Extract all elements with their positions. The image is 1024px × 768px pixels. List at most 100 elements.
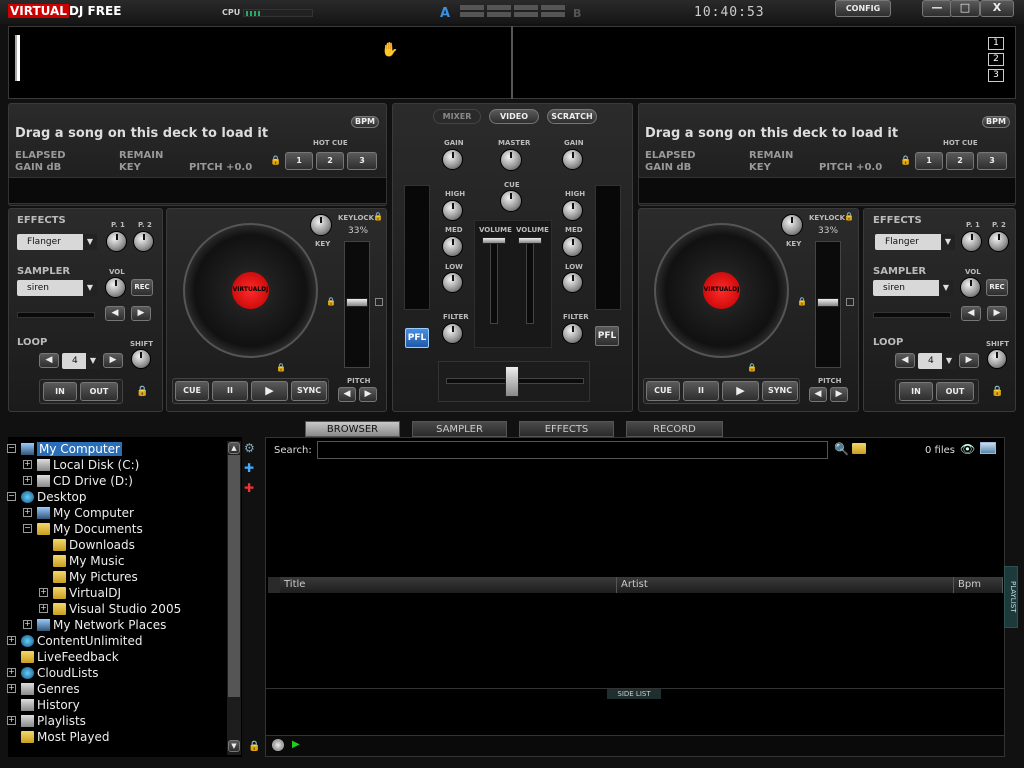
- deck-left-play-button[interactable]: ▶: [251, 381, 288, 401]
- tree-item[interactable]: − My Documents: [23, 522, 143, 536]
- deck-left-loop-select[interactable]: 4 ▼: [62, 353, 100, 369]
- column-header-title[interactable]: Title: [280, 577, 617, 593]
- tree-item[interactable]: + VirtualDJ: [39, 586, 121, 600]
- deck-right-pitch-down-button[interactable]: ◀: [809, 387, 827, 402]
- deck-left-effect-select[interactable]: Flanger ▼: [17, 234, 97, 250]
- tree-item[interactable]: + Local Disk (C:): [23, 458, 139, 472]
- tree-item[interactable]: Most Played: [21, 730, 110, 744]
- tab-effects[interactable]: EFFECTS: [519, 421, 614, 437]
- display-mode-icon[interactable]: [980, 442, 996, 454]
- folder-search-icon[interactable]: [852, 443, 866, 454]
- tree-item[interactable]: My Pictures: [53, 570, 138, 584]
- mixer-tab-mixer[interactable]: MIXER: [433, 109, 481, 124]
- crossfader-handle[interactable]: [505, 366, 519, 397]
- tab-sampler[interactable]: SAMPLER: [412, 421, 507, 437]
- deck-right-play-button[interactable]: ▶: [722, 381, 759, 401]
- expand-icon[interactable]: +: [23, 476, 32, 485]
- deck-right-effect-select[interactable]: Flanger ▼: [875, 234, 955, 250]
- tab-browser[interactable]: BROWSER: [305, 421, 400, 437]
- deck-left-sampler-prev-button[interactable]: ◀: [105, 306, 125, 321]
- deck-left-pause-button[interactable]: II: [212, 381, 248, 401]
- net-search-icon[interactable]: [272, 739, 284, 751]
- tree-item[interactable]: + Visual Studio 2005: [39, 602, 181, 616]
- add-virtual-folder-icon[interactable]: ⚙: [244, 441, 262, 457]
- deck-left-rec-button[interactable]: REC: [131, 279, 153, 296]
- expand-icon[interactable]: +: [23, 620, 32, 629]
- mixer-med-left-knob[interactable]: [442, 236, 463, 257]
- deck-left-pitch-reset-button[interactable]: [375, 298, 383, 306]
- deck-right-pitch-up-button[interactable]: ▶: [830, 387, 848, 402]
- search-options-icon[interactable]: 🔍: [834, 442, 849, 456]
- deck-left-hot-cue-2[interactable]: 2: [316, 152, 344, 170]
- mixer-high-left-knob[interactable]: [442, 200, 463, 221]
- expand-icon[interactable]: +: [7, 668, 16, 677]
- tree-item[interactable]: + CloudLists: [7, 666, 99, 680]
- mixer-volume-left-handle[interactable]: [482, 237, 506, 244]
- collapse-icon[interactable]: −: [23, 524, 32, 533]
- deck-left-cue-button[interactable]: CUE: [175, 381, 209, 401]
- deck-right-sync-button[interactable]: SYNC: [762, 381, 798, 401]
- zoom-3-button[interactable]: 3: [988, 69, 1004, 82]
- mixer-tab-scratch[interactable]: SCRATCH: [547, 109, 597, 124]
- deck-left-sampler-next-button[interactable]: ▶: [131, 306, 151, 321]
- tree-item[interactable]: + My Computer: [23, 506, 134, 520]
- deck-right-hot-cue-1[interactable]: 1: [915, 152, 943, 170]
- deck-left-pitch-slider-handle[interactable]: [346, 298, 368, 307]
- scroll-up-button[interactable]: ▲: [228, 442, 240, 454]
- deck-right-hot-cue-3[interactable]: 3: [977, 152, 1007, 170]
- zoom-2-button[interactable]: 2: [988, 53, 1004, 66]
- scroll-thumb[interactable]: [228, 455, 240, 697]
- deck-right-pitch-reset-button[interactable]: [846, 298, 854, 306]
- config-button[interactable]: CONFIG: [835, 0, 891, 17]
- deck-left-pitch-down-button[interactable]: ◀: [338, 387, 356, 402]
- deck-left-bpm-button[interactable]: BPM: [351, 116, 379, 128]
- mixer-low-left-knob[interactable]: [442, 272, 463, 293]
- deck-right-lock-icon[interactable]: 🔒: [900, 156, 911, 166]
- tree-item[interactable]: + CD Drive (D:): [23, 474, 133, 488]
- tree-item[interactable]: Downloads: [53, 538, 135, 552]
- tree-lock-icon[interactable]: 🔒: [248, 741, 260, 752]
- expand-icon[interactable]: +: [39, 604, 48, 613]
- tree-item[interactable]: + ContentUnlimited: [7, 634, 143, 648]
- expand-icon[interactable]: +: [7, 684, 16, 693]
- close-button[interactable]: X: [980, 0, 1014, 17]
- deck-right-pause-button[interactable]: II: [683, 381, 719, 401]
- deck-right-loop-out-button[interactable]: OUT: [936, 382, 974, 401]
- mixer-volume-right-handle[interactable]: [518, 237, 542, 244]
- tree-item[interactable]: + Playlists: [7, 714, 86, 728]
- file-list-area[interactable]: [265, 437, 1005, 757]
- search-input[interactable]: [317, 441, 828, 459]
- deck-left-lock-icon[interactable]: 🔒: [270, 156, 281, 166]
- tree-item[interactable]: My Music: [53, 554, 124, 568]
- deck-left-pitch-up-button[interactable]: ▶: [359, 387, 377, 402]
- mixer-tab-video[interactable]: VIDEO: [489, 109, 539, 124]
- tree-item[interactable]: LiveFeedback: [21, 650, 119, 664]
- deck-right-loop-prev-button[interactable]: ◀: [895, 353, 915, 368]
- deck-left-p2-knob[interactable]: [133, 231, 154, 252]
- expand-icon[interactable]: +: [39, 588, 48, 597]
- play-status-icon[interactable]: ▶: [292, 739, 300, 750]
- mixer-filter-right-knob[interactable]: [562, 323, 583, 344]
- deck-left-sampler-vol-knob[interactable]: [105, 277, 126, 298]
- deck-right-pitch-lock-icon[interactable]: 🔒: [797, 297, 807, 306]
- deck-right-loop-select[interactable]: 4 ▼: [918, 353, 956, 369]
- deck-left-hot-cue-3[interactable]: 3: [347, 152, 377, 170]
- deck-right-sample-select[interactable]: siren ▼: [873, 280, 953, 296]
- deck-right-keylock-lock-icon[interactable]: 🔒: [844, 212, 854, 221]
- deck-right-key-knob[interactable]: [781, 214, 803, 236]
- deck-right-sampler-prev-button[interactable]: ◀: [961, 306, 981, 321]
- mixer-pfl-right-button[interactable]: PFL: [595, 326, 619, 346]
- mixer-high-right-knob[interactable]: [562, 200, 583, 221]
- deck-left-loop-out-button[interactable]: OUT: [80, 382, 118, 401]
- deck-right-pitch-slider-handle[interactable]: [817, 298, 839, 307]
- tree-item[interactable]: + Genres: [7, 682, 80, 696]
- expand-icon[interactable]: +: [23, 508, 32, 517]
- expand-icon[interactable]: +: [23, 460, 32, 469]
- tree-item[interactable]: + My Network Places: [23, 618, 166, 632]
- deck-left-hot-cue-1[interactable]: 1: [285, 152, 313, 170]
- tree-item[interactable]: − Desktop: [7, 490, 87, 504]
- deck-left-sample-select[interactable]: siren ▼: [17, 280, 97, 296]
- deck-left-p1-knob[interactable]: [106, 231, 127, 252]
- deck-right-loop-lock-icon[interactable]: 🔒: [991, 386, 1003, 397]
- remove-folder-icon[interactable]: ✚: [244, 481, 262, 497]
